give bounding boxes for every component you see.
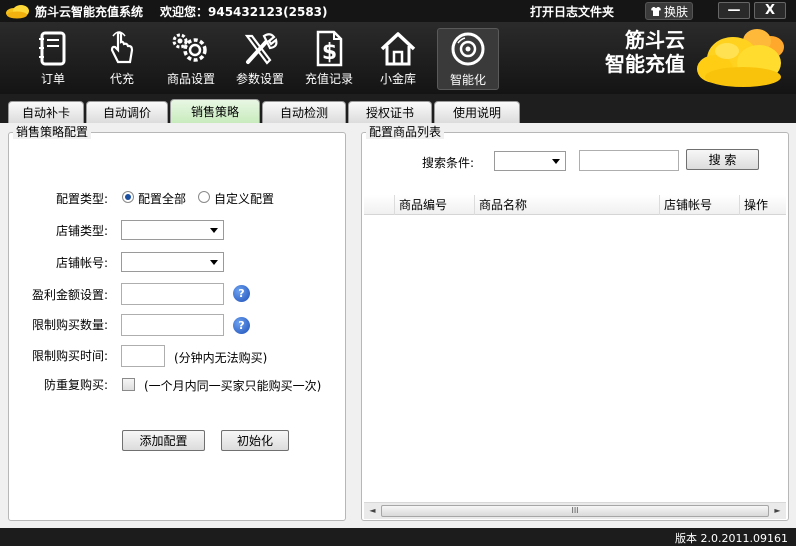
- scroll-right-icon[interactable]: ►: [769, 503, 786, 519]
- limit-quantity-label: 限制购买数量:: [32, 318, 109, 332]
- dup-purchase-label: 防重复购买:: [44, 378, 109, 392]
- skin-label: 换肤: [663, 4, 688, 19]
- tab-sales-strategy[interactable]: 销售策略: [170, 99, 260, 123]
- dup-purchase-checkbox[interactable]: [122, 378, 135, 391]
- config-product-list-group: 配置商品列表 搜索条件: 搜 索 商品编号 商品名称 店铺帐号 操作 ◄ III…: [361, 125, 789, 521]
- close-button[interactable]: X: [754, 2, 786, 19]
- toolbar-label: 参数设置: [235, 72, 284, 86]
- column-action[interactable]: 操作: [739, 195, 786, 215]
- toolbar-label: 智能化: [449, 73, 486, 87]
- chevron-down-icon: [552, 159, 560, 164]
- tab-help[interactable]: 使用说明: [434, 101, 520, 123]
- sales-strategy-config-group: 销售策略配置 配置类型: 配置全部 自定义配置 店铺类型: 店铺帐号: 盈利金额…: [8, 125, 346, 521]
- toolbar-label: 代充: [109, 72, 134, 86]
- tab-auto-price[interactable]: 自动调价: [86, 101, 168, 123]
- notebook-icon: [39, 31, 66, 66]
- open-log-folder-link[interactable]: 打开日志文件夹: [530, 3, 614, 20]
- house-icon: [380, 32, 416, 66]
- app-title: 筋斗云智能充值系统: [35, 5, 144, 19]
- chevron-down-icon: [210, 228, 218, 233]
- group-title: 配置商品列表: [366, 125, 445, 139]
- shop-type-select[interactable]: [121, 220, 224, 240]
- cloud-logo-icon: [6, 5, 29, 19]
- help-icon[interactable]: ?: [233, 285, 250, 302]
- horizontal-scrollbar[interactable]: ◄ III ►: [364, 502, 786, 519]
- gears-icon: [172, 33, 207, 62]
- toolbar-product-settings-button[interactable]: 商品设置: [160, 28, 222, 90]
- radio-config-custom[interactable]: [198, 191, 210, 203]
- radio-config-all-label[interactable]: 配置全部: [138, 190, 186, 207]
- product-grid-header: 商品编号 商品名称 店铺帐号 操作: [364, 195, 786, 215]
- limit-time-hint: (分钟内无法购买): [174, 351, 268, 365]
- toolbar-recharge-button[interactable]: 代充: [91, 28, 153, 90]
- toolbar-treasury-button[interactable]: 小金库: [367, 28, 429, 90]
- dollar-document-icon: $: [316, 30, 343, 67]
- profit-label: 盈利金额设置:: [32, 288, 109, 302]
- add-config-button[interactable]: 添加配置: [122, 430, 205, 451]
- minimize-button[interactable]: —: [718, 2, 750, 19]
- scroll-thumb[interactable]: III: [381, 505, 769, 517]
- shop-account-label: 店铺帐号:: [56, 256, 109, 270]
- group-title: 销售策略配置: [13, 125, 92, 139]
- search-condition-select[interactable]: [494, 151, 566, 171]
- radio-config-custom-label[interactable]: 自定义配置: [214, 190, 274, 207]
- version-text: 版本 2.0.2011.09161: [675, 532, 788, 545]
- shop-type-label: 店铺类型:: [56, 224, 109, 238]
- toolbar-smart-button[interactable]: 智能化: [437, 28, 499, 90]
- main-toolbar: 订单 代充 商品设置 参数设置 $ 充值记录 小金库 智能化 筋斗云 智能充值: [0, 22, 796, 94]
- shop-account-select[interactable]: [121, 252, 224, 272]
- help-icon[interactable]: ?: [233, 317, 250, 334]
- tab-auto-detect[interactable]: 自动检测: [262, 101, 346, 123]
- scroll-left-icon[interactable]: ◄: [364, 503, 381, 519]
- toolbar-label: 小金库: [379, 72, 416, 86]
- brand-line-2: 智能充值: [605, 52, 685, 76]
- search-condition-label: 搜索条件:: [422, 156, 475, 170]
- toolbar-param-settings-button[interactable]: 参数设置: [229, 28, 291, 90]
- title-bar: 筋斗云智能充值系统 欢迎您：945432123(2583) 打开日志文件夹 换肤…: [0, 0, 796, 22]
- skin-button[interactable]: 换肤: [645, 2, 693, 20]
- radio-config-all[interactable]: [122, 191, 134, 203]
- status-bar: 版本 2.0.2011.09161: [0, 528, 796, 546]
- svg-text:$: $: [322, 40, 337, 65]
- limit-time-label: 限制购买时间:: [32, 349, 109, 363]
- column-shop-account[interactable]: 店铺帐号: [659, 195, 739, 215]
- brand-cloud-icon: [697, 29, 784, 87]
- dup-purchase-hint: (一个月内同一买家只能购买一次): [144, 379, 322, 393]
- chevron-down-icon: [210, 260, 218, 265]
- toolbar-recharge-records-button[interactable]: $ 充值记录: [298, 28, 360, 90]
- tab-license[interactable]: 授权证书: [348, 101, 432, 123]
- brand-line-1: 筋斗云: [625, 28, 685, 52]
- brand-text: 筋斗云 智能充值: [585, 28, 685, 76]
- tools-icon: [244, 33, 278, 65]
- tab-auto-refill[interactable]: 自动补卡: [8, 101, 84, 123]
- limit-quantity-input[interactable]: [121, 314, 224, 336]
- welcome-text: 欢迎您：945432123(2583): [160, 5, 328, 19]
- toolbar-label: 充值记录: [304, 72, 353, 86]
- tab-bar: 自动补卡 自动调价 销售策略 自动检测 授权证书 使用说明: [0, 99, 796, 123]
- initialize-button[interactable]: 初始化: [221, 430, 289, 451]
- search-input[interactable]: [579, 150, 679, 171]
- column-product-name[interactable]: 商品名称: [474, 195, 659, 215]
- profit-input[interactable]: [121, 283, 224, 305]
- toolbar-label: 订单: [40, 72, 65, 86]
- toolbar-label: 商品设置: [166, 72, 215, 86]
- column-product-id[interactable]: 商品编号: [394, 195, 474, 215]
- hand-pointer-icon: [110, 31, 134, 64]
- config-type-label: 配置类型:: [56, 192, 109, 206]
- search-button[interactable]: 搜 索: [686, 149, 759, 170]
- limit-time-input[interactable]: [121, 345, 165, 367]
- tshirt-icon: [650, 6, 661, 16]
- content-area: 销售策略配置 配置类型: 配置全部 自定义配置 店铺类型: 店铺帐号: 盈利金额…: [0, 123, 796, 528]
- disc-icon: [451, 32, 485, 66]
- toolbar-orders-button[interactable]: 订单: [22, 28, 84, 90]
